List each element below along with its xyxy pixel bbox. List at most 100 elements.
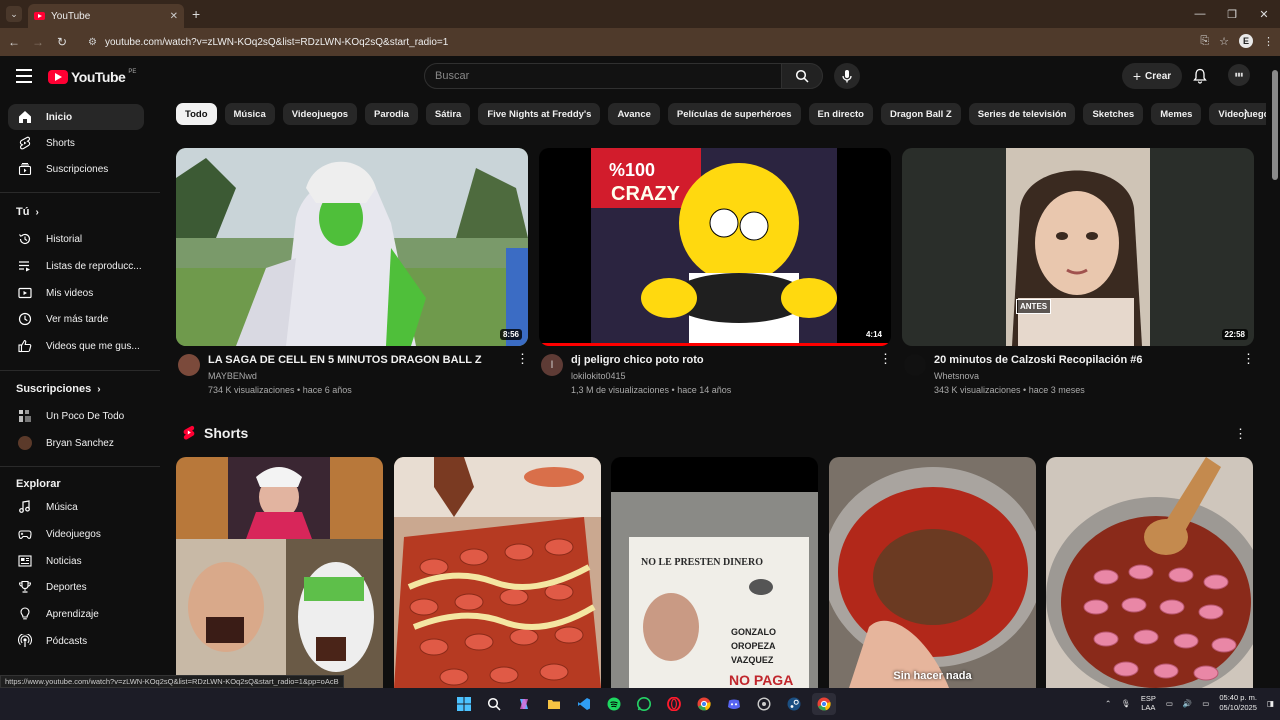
browser-app-icon[interactable] xyxy=(812,693,836,715)
browser-tab[interactable]: YouTube ✕ xyxy=(28,4,184,28)
volume-icon[interactable]: 🔊 xyxy=(1183,699,1192,708)
channel-avatar[interactable] xyxy=(904,354,926,376)
new-tab-icon[interactable]: + xyxy=(192,6,200,22)
more-options-icon[interactable]: ⋮ xyxy=(1234,426,1247,442)
video-title[interactable]: 20 minutos de Calzoski Recopilación #6 xyxy=(934,354,1142,366)
recorder-icon[interactable] xyxy=(752,693,776,715)
restore-icon[interactable]: ❐ xyxy=(1216,0,1248,28)
sidebar-subscriptions-heading[interactable]: Suscripciones › xyxy=(16,383,101,395)
notification-center-icon[interactable]: ◨ xyxy=(1267,699,1274,708)
notifications-bell-icon[interactable] xyxy=(1192,68,1208,84)
video-card[interactable]: 8:56 LA SAGA DE CELL EN 5 MINUTOS DRAGON… xyxy=(176,148,529,398)
chip-todo[interactable]: Todo xyxy=(176,103,217,125)
close-tab-icon[interactable]: ✕ xyxy=(170,11,178,22)
search-input[interactable]: Buscar xyxy=(424,63,782,89)
chip[interactable]: Películas de superhéroes xyxy=(667,103,801,125)
channel-name[interactable]: MAYBENwd xyxy=(208,371,257,381)
install-app-icon[interactable]: ⎘ xyxy=(1200,35,1209,48)
chip[interactable]: Avance xyxy=(608,103,660,125)
battery-icon[interactable]: ▭ xyxy=(1202,699,1209,708)
sidebar-item-shorts[interactable]: Shorts xyxy=(8,130,144,156)
minimize-icon[interactable]: — xyxy=(1184,0,1216,28)
voice-search-button[interactable] xyxy=(834,63,860,89)
short-card[interactable] xyxy=(1046,457,1253,688)
sidebar-item-ver-mas-tarde[interactable]: Ver más tarde xyxy=(8,306,144,332)
opera-icon[interactable] xyxy=(662,693,686,715)
windows-start-icon[interactable] xyxy=(452,693,476,715)
channel-name[interactable]: lokilokito0415 xyxy=(571,371,626,381)
site-info-icon[interactable]: ⚙ xyxy=(88,37,97,48)
tab-search-icon[interactable]: ⌄ xyxy=(6,6,22,22)
profile-icon[interactable]: E xyxy=(1239,34,1253,48)
short-card[interactable] xyxy=(394,457,601,688)
chip[interactable]: Dragon Ball Z xyxy=(880,103,961,125)
address-bar[interactable]: ⚙ youtube.com/watch?v=zLWN-KOq2sQ&list=R… xyxy=(80,32,1200,52)
vscode-icon[interactable] xyxy=(572,693,596,715)
more-options-icon[interactable]: ⋮ xyxy=(879,352,892,365)
video-thumbnail[interactable]: 8:56 xyxy=(176,148,528,346)
sidebar-item-inicio[interactable]: Inicio xyxy=(8,104,144,130)
video-thumbnail[interactable]: ANTES 22:58 xyxy=(902,148,1254,346)
network-icon[interactable]: ▭ xyxy=(1166,699,1173,708)
chip[interactable]: Series de televisión xyxy=(968,103,1076,125)
menu-icon[interactable] xyxy=(16,69,32,83)
reload-icon[interactable]: ↻ xyxy=(50,35,74,49)
steam-icon[interactable] xyxy=(782,693,806,715)
sidebar-item-liked-videos[interactable]: Videos que me gus... xyxy=(8,333,144,359)
short-card[interactable]: NO LE PRESTEN DINERO GONZALO OROPEZA VAZ… xyxy=(611,457,818,688)
create-button[interactable]: + Crear xyxy=(1122,63,1182,89)
sidebar-item-historial[interactable]: Historial xyxy=(8,226,144,252)
channel-name[interactable]: Whetsnova xyxy=(934,371,979,381)
chip[interactable]: Sátira xyxy=(425,103,471,125)
close-window-icon[interactable]: ✕ xyxy=(1248,0,1280,28)
tray-chevron-up-icon[interactable]: ⌃ xyxy=(1105,699,1111,708)
more-options-icon[interactable]: ⋮ xyxy=(516,352,529,365)
sidebar-item-mis-videos[interactable]: Mis videos xyxy=(8,280,144,306)
spotify-icon[interactable] xyxy=(602,693,626,715)
sidebar-item-playlists[interactable]: Listas de reproducc... xyxy=(8,253,144,279)
chip[interactable]: Videojuegos xyxy=(282,103,358,125)
short-card[interactable]: Sin hacer nada xyxy=(829,457,1036,688)
tray-microphone-icon[interactable]: 🎙 xyxy=(1121,699,1131,708)
more-options-icon[interactable]: ⋮ xyxy=(1242,352,1255,365)
chip[interactable]: Five Nights at Freddy's xyxy=(478,103,601,125)
chip[interactable]: Música xyxy=(224,103,275,125)
chrome-icon[interactable] xyxy=(692,693,716,715)
chip[interactable]: Videojuego independiente xyxy=(1209,103,1266,125)
browser-menu-icon[interactable]: ⋮ xyxy=(1263,35,1274,48)
channel-avatar[interactable]: l xyxy=(541,354,563,376)
sidebar-item-videojuegos[interactable]: Videojuegos xyxy=(8,521,144,547)
sidebar-item-deportes[interactable]: Deportes xyxy=(8,574,144,600)
channel-avatar[interactable] xyxy=(178,354,200,376)
bookmark-star-icon[interactable]: ☆ xyxy=(1219,35,1229,48)
language-indicator[interactable]: ESP LAA xyxy=(1141,694,1156,712)
chip[interactable]: En directo xyxy=(808,103,873,125)
video-card[interactable]: %100 CRAZY 4:14 l dj peligro chico poto … xyxy=(539,148,892,398)
video-title[interactable]: LA SAGA DE CELL EN 5 MINUTOS DRAGON BALL… xyxy=(208,354,482,366)
video-card[interactable]: ANTES 22:58 20 minutos de Calzoski Recop… xyxy=(902,148,1255,398)
video-title[interactable]: dj peligro chico poto roto xyxy=(571,354,704,366)
chevron-right-icon[interactable]: › xyxy=(1244,104,1248,118)
sidebar-item-aprendizaje[interactable]: Aprendizaje xyxy=(8,601,144,627)
sidebar-channel-un-poco-de-todo[interactable]: Un Poco De Todo xyxy=(8,403,144,429)
chip[interactable]: Memes xyxy=(1151,103,1202,125)
chip[interactable]: Sketches xyxy=(1083,103,1144,125)
search-button[interactable] xyxy=(781,63,823,89)
sidebar-item-noticias[interactable]: Noticias xyxy=(8,548,144,574)
sidebar-item-podcasts[interactable]: Pódcasts xyxy=(8,628,144,654)
sidebar-you-heading[interactable]: Tú › xyxy=(16,206,39,218)
page-scrollbar[interactable] xyxy=(1270,60,1280,688)
short-card[interactable] xyxy=(176,457,383,688)
chip[interactable]: Parodia xyxy=(365,103,418,125)
file-explorer-icon[interactable] xyxy=(542,693,566,715)
scrollbar-thumb[interactable] xyxy=(1272,70,1278,180)
forward-icon[interactable]: → xyxy=(26,35,50,49)
video-thumbnail[interactable]: %100 CRAZY 4:14 xyxy=(539,148,891,346)
taskbar-search-icon[interactable] xyxy=(482,693,506,715)
discord-icon[interactable] xyxy=(722,693,746,715)
copilot-icon[interactable] xyxy=(512,693,536,715)
sidebar-item-suscripciones[interactable]: Suscripciones xyxy=(8,156,144,182)
whatsapp-icon[interactable] xyxy=(632,693,656,715)
sidebar-item-musica[interactable]: Música xyxy=(8,494,144,520)
account-avatar[interactable]: ▮▮▮ xyxy=(1228,64,1250,86)
